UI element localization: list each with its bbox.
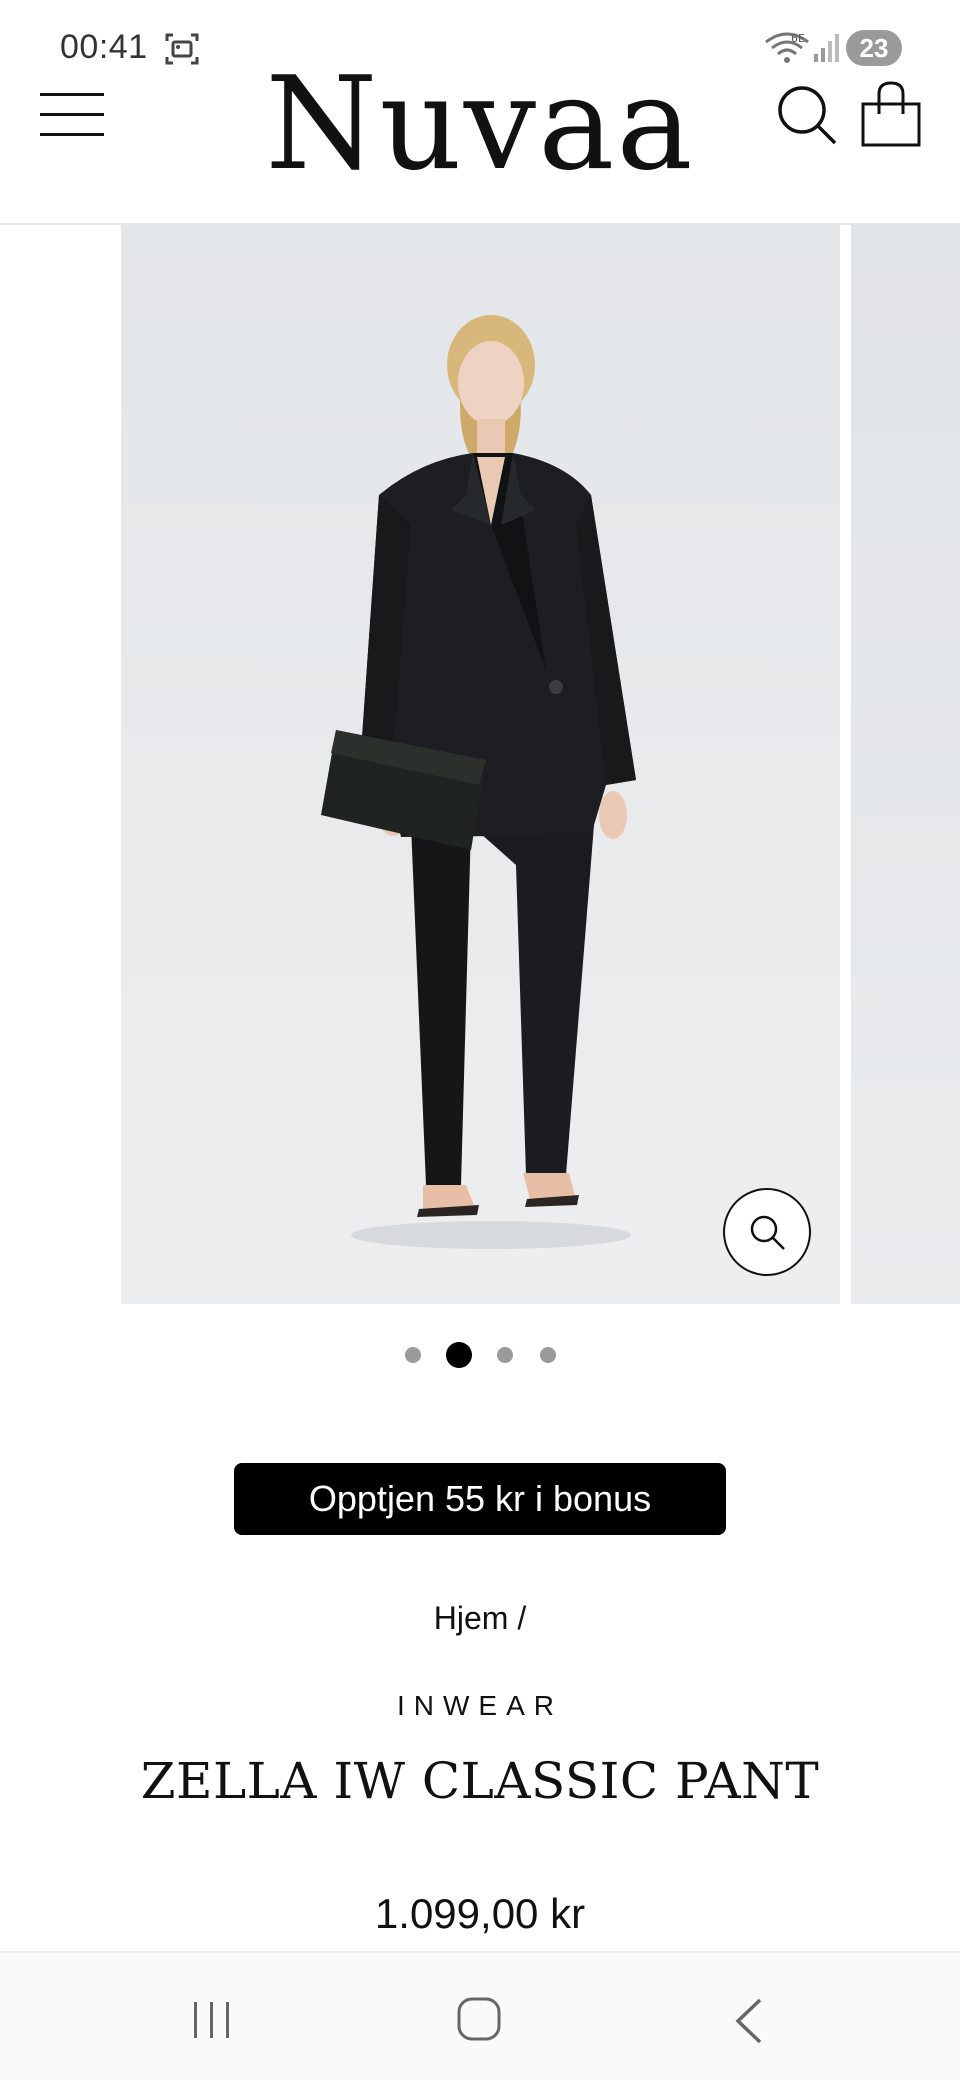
breadcrumb[interactable]: Hjem / bbox=[0, 1600, 960, 1637]
carousel-dot[interactable] bbox=[540, 1347, 556, 1363]
svg-text:6E: 6E bbox=[791, 32, 805, 45]
zoom-button[interactable] bbox=[723, 1188, 811, 1276]
bonus-badge: Opptjen 55 kr i bonus bbox=[234, 1463, 726, 1535]
wifi-6e-icon: 6E bbox=[765, 32, 809, 63]
status-time: 00:41 bbox=[60, 28, 148, 66]
signal-icon bbox=[814, 34, 839, 62]
back-icon[interactable] bbox=[730, 1996, 766, 2046]
carousel-dot-active[interactable] bbox=[446, 1342, 472, 1368]
battery-icon: 23 bbox=[846, 30, 902, 66]
menu-icon[interactable] bbox=[40, 90, 104, 140]
next-product-image[interactable] bbox=[851, 225, 960, 1304]
carousel-dot[interactable] bbox=[405, 1347, 421, 1363]
magnifier-icon bbox=[750, 1215, 785, 1250]
product-image[interactable] bbox=[121, 225, 840, 1304]
screenshot-icon bbox=[165, 33, 199, 65]
carousel-dots bbox=[0, 1340, 960, 1370]
home-icon[interactable] bbox=[456, 1996, 502, 2042]
shopping-bag-icon[interactable] bbox=[860, 80, 922, 148]
product-price: 1.099,00 kr bbox=[374, 1890, 586, 1937]
carousel-dot[interactable] bbox=[497, 1347, 513, 1363]
store-logo[interactable]: Nuvaa bbox=[250, 60, 710, 190]
product-title: ZELLA IW CLASSIC PANT bbox=[140, 1752, 820, 1810]
brand-name[interactable]: INWEAR bbox=[0, 1690, 960, 1722]
model-photo bbox=[321, 315, 636, 1249]
search-icon[interactable] bbox=[776, 84, 838, 146]
recents-icon[interactable] bbox=[190, 2000, 234, 2040]
